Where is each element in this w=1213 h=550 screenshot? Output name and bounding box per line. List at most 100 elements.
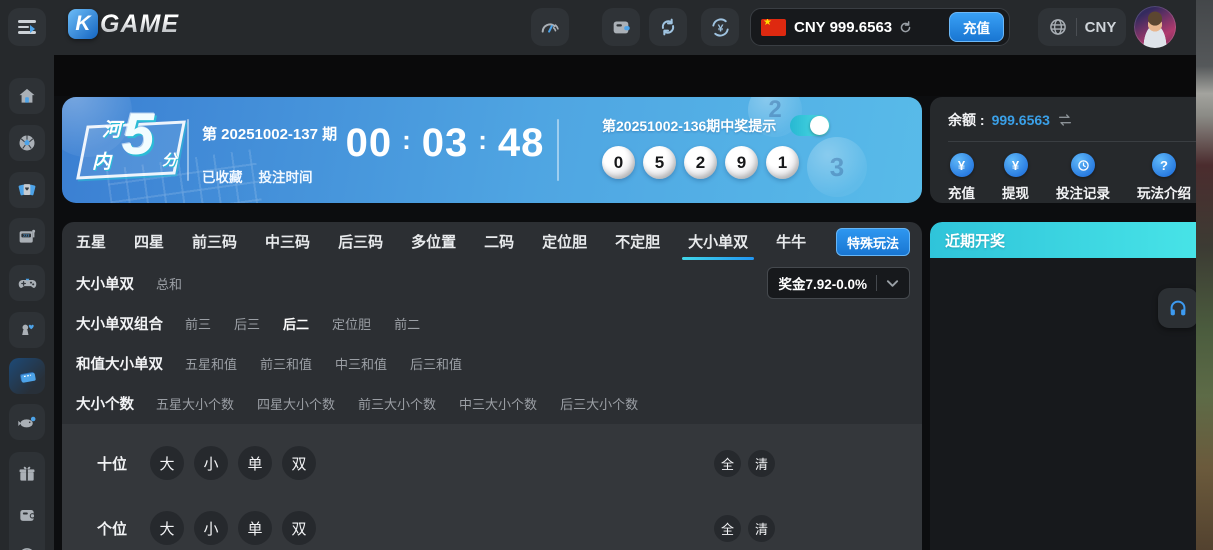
category-option[interactable]: 中三和值 bbox=[335, 354, 387, 373]
china-flag-icon: ★ bbox=[761, 18, 786, 36]
refresh-amount-button[interactable] bbox=[898, 20, 913, 35]
category-label: 大小单双组合 bbox=[76, 316, 163, 333]
result-ball: 2 bbox=[684, 146, 717, 179]
slot-machine-icon: 777 bbox=[19, 229, 35, 243]
tab-big-small-odd-even[interactable]: 大小单双 bbox=[682, 222, 755, 260]
wallet-button[interactable] bbox=[602, 8, 640, 46]
fish-icon bbox=[17, 416, 35, 427]
bet-option-odd[interactable]: 单 bbox=[238, 446, 272, 480]
refresh-balance-button[interactable] bbox=[649, 8, 687, 46]
category-option[interactable]: 五星和值 bbox=[185, 354, 237, 373]
sidebar-item-wallet[interactable] bbox=[17, 505, 37, 525]
category-option[interactable]: 后三 bbox=[234, 314, 260, 333]
bet-option-big[interactable]: 大 bbox=[150, 446, 184, 480]
sidebar-item-sports[interactable] bbox=[9, 125, 45, 161]
divider bbox=[876, 275, 877, 291]
yuan-circle-icon: ¥ bbox=[1003, 153, 1028, 177]
sidebar-item-fishing[interactable] bbox=[9, 404, 45, 440]
bonus-value: 奖金7.92-0.0% bbox=[778, 277, 867, 292]
bet-option-even[interactable]: 双 bbox=[282, 511, 316, 545]
category-option[interactable]: 四星大小个数 bbox=[257, 394, 335, 413]
background-edge bbox=[1196, 0, 1213, 550]
chess-icon bbox=[22, 324, 34, 335]
sidebar-item-lottery-active[interactable] bbox=[9, 358, 45, 394]
tab-position-dan[interactable]: 定位胆 bbox=[542, 222, 587, 260]
tab-back-three[interactable]: 后三码 bbox=[338, 222, 383, 260]
tab-niuniu[interactable]: 牛牛 bbox=[776, 222, 806, 260]
sidebar-item-esports[interactable] bbox=[9, 265, 45, 301]
gift-icon bbox=[19, 466, 35, 481]
bet-option-small[interactable]: 小 bbox=[194, 446, 228, 480]
action-bet-records[interactable]: 投注记录 bbox=[1056, 153, 1110, 202]
sidebar-item-chess[interactable] bbox=[9, 312, 45, 348]
category-option[interactable]: 后三和值 bbox=[410, 354, 462, 373]
category-option[interactable]: 前三大小个数 bbox=[358, 394, 436, 413]
sidebar-item-slots[interactable]: 777 bbox=[9, 218, 45, 254]
tab-middle-three[interactable]: 中三码 bbox=[265, 222, 310, 260]
issue-info: 第 20251002-137 期 已收藏 投注时间 bbox=[202, 123, 337, 186]
result-ball: 9 bbox=[725, 146, 758, 179]
network-speed-button[interactable] bbox=[531, 8, 569, 46]
transfer-button[interactable]: ¥ bbox=[701, 8, 739, 46]
action-deposit[interactable]: ¥ 充值 bbox=[948, 153, 975, 202]
category-option[interactable]: 后三大小个数 bbox=[560, 394, 638, 413]
bet-row-label: 个位 bbox=[97, 520, 128, 538]
betting-panel: 五星 四星 前三码 中三码 后三码 多位置 二码 定位胆 不定胆 大小单双 牛牛… bbox=[62, 222, 922, 550]
action-game-rules[interactable]: ? 玩法介绍 bbox=[1137, 153, 1191, 202]
menu-button[interactable] bbox=[8, 8, 46, 46]
result-ball: 5 bbox=[643, 146, 676, 179]
bonus-dropdown[interactable]: 奖金7.92-0.0% bbox=[767, 267, 910, 299]
brand-logo[interactable]: K GAME bbox=[68, 9, 179, 39]
category-option-selected[interactable]: 后二 bbox=[283, 314, 309, 333]
category-option[interactable]: 前三 bbox=[185, 314, 211, 333]
favorited-label[interactable]: 已收藏 bbox=[202, 166, 243, 186]
category-option[interactable]: 定位胆 bbox=[332, 314, 371, 333]
category-option[interactable]: 总和 bbox=[156, 274, 182, 293]
customer-service-button[interactable] bbox=[1158, 288, 1198, 328]
bet-row-label: 十位 bbox=[97, 455, 128, 473]
language-currency-selector[interactable]: CNY bbox=[1038, 8, 1126, 46]
bet-option-odd[interactable]: 单 bbox=[238, 511, 272, 545]
tab-non-position-dan[interactable]: 不定胆 bbox=[615, 222, 660, 260]
swap-refresh-icon[interactable] bbox=[1057, 113, 1073, 127]
clear-button[interactable]: 清 bbox=[748, 449, 775, 477]
lottery-ticket-icon bbox=[19, 371, 36, 383]
refresh-icon bbox=[900, 20, 911, 32]
sidebar-item-cards[interactable] bbox=[9, 172, 45, 208]
select-all-button[interactable]: 全 bbox=[714, 514, 741, 542]
bet-option-small[interactable]: 小 bbox=[194, 511, 228, 545]
win-tip-toggle[interactable] bbox=[790, 115, 831, 136]
action-withdraw[interactable]: ¥ 提现 bbox=[1002, 153, 1029, 202]
divider bbox=[557, 119, 559, 181]
category-option[interactable]: 前二 bbox=[394, 314, 420, 333]
tab-front-three[interactable]: 前三码 bbox=[192, 222, 237, 260]
soccer-icon bbox=[19, 135, 35, 151]
bet-option-even[interactable]: 双 bbox=[282, 446, 316, 480]
sidebar-item-home[interactable] bbox=[9, 78, 45, 114]
balance-value: 999.6563 bbox=[991, 112, 1050, 128]
select-all-button[interactable]: 全 bbox=[714, 449, 741, 477]
tab-two-code[interactable]: 二码 bbox=[484, 222, 514, 260]
result-ball: 0 bbox=[602, 146, 635, 179]
bet-row-tens: 十位 大 小 单 双 全 清 bbox=[62, 446, 922, 480]
category-row: 和值大小单双 五星和值 前三和值 中三和值 后三和值 bbox=[62, 343, 922, 383]
tab-five-star[interactable]: 五星 bbox=[76, 222, 106, 260]
sidebar-item-agent[interactable] bbox=[17, 546, 37, 550]
category-option[interactable]: 中三大小个数 bbox=[459, 394, 537, 413]
tab-multi-position[interactable]: 多位置 bbox=[411, 222, 456, 260]
user-avatar[interactable] bbox=[1134, 6, 1176, 48]
deposit-button[interactable]: 充值 bbox=[949, 12, 1004, 42]
sidebar-item-promotions[interactable] bbox=[17, 464, 37, 484]
clear-button[interactable]: 清 bbox=[748, 514, 775, 542]
recent-results-header: 近期开奖 bbox=[930, 222, 1196, 258]
countdown-timer: 00 : 03 : 48 bbox=[345, 121, 545, 165]
wallet-icon bbox=[20, 510, 36, 521]
tab-four-star[interactable]: 四星 bbox=[134, 222, 164, 260]
category-option[interactable]: 五星大小个数 bbox=[156, 394, 234, 413]
bet-option-big[interactable]: 大 bbox=[150, 511, 184, 545]
category-option[interactable]: 前三和值 bbox=[260, 354, 312, 373]
sync-icon bbox=[661, 18, 675, 36]
game-tabs: 五星 四星 前三码 中三码 后三码 多位置 二码 定位胆 不定胆 大小单双 牛牛… bbox=[62, 222, 922, 260]
special-play-button[interactable]: 特殊玩法 bbox=[835, 228, 910, 256]
content-top-strip bbox=[54, 55, 1196, 96]
